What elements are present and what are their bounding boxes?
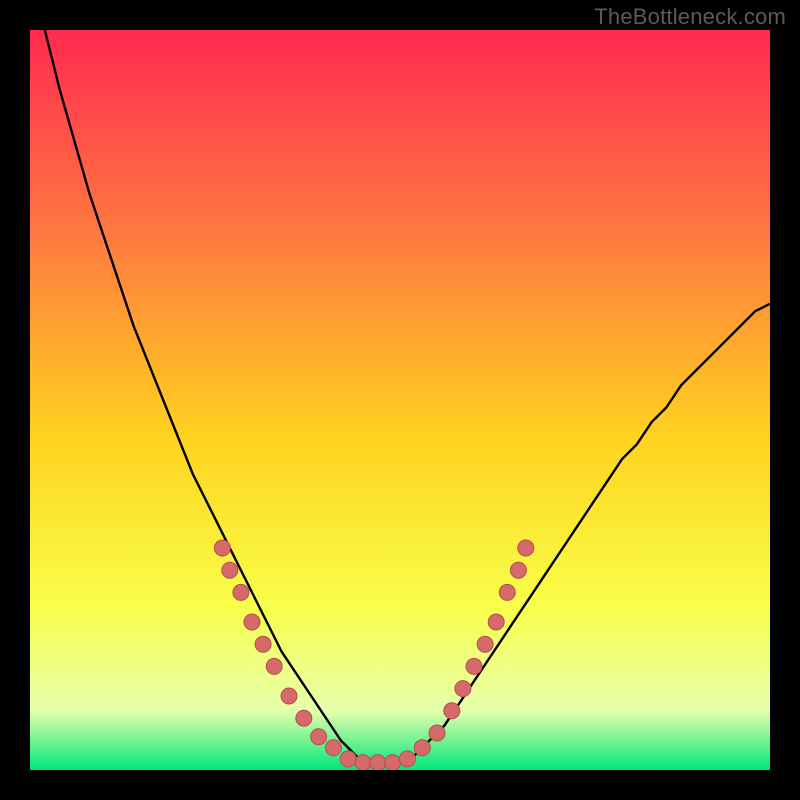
data-marker <box>355 755 371 770</box>
data-marker <box>325 740 341 756</box>
data-marker <box>414 740 430 756</box>
data-marker <box>370 755 386 770</box>
chart-frame: TheBottleneck.com <box>0 0 800 800</box>
data-marker <box>444 703 460 719</box>
data-marker <box>281 688 297 704</box>
data-marker <box>266 658 282 674</box>
data-marker <box>311 729 327 745</box>
data-marker <box>518 540 534 556</box>
data-marker <box>214 540 230 556</box>
data-marker <box>385 755 401 770</box>
data-marker <box>244 614 260 630</box>
chart-svg <box>30 30 770 770</box>
data-marker <box>488 614 504 630</box>
data-marker <box>477 636 493 652</box>
data-marker <box>255 636 271 652</box>
data-marker <box>499 584 515 600</box>
chart-plot-area <box>30 30 770 770</box>
watermark-text: TheBottleneck.com <box>594 4 786 30</box>
gradient-background <box>30 30 770 770</box>
data-marker <box>510 562 526 578</box>
data-marker <box>233 584 249 600</box>
data-marker <box>429 725 445 741</box>
data-marker <box>399 751 415 767</box>
data-marker <box>222 562 238 578</box>
data-marker <box>296 710 312 726</box>
data-marker <box>466 658 482 674</box>
data-marker <box>455 681 471 697</box>
data-marker <box>340 751 356 767</box>
